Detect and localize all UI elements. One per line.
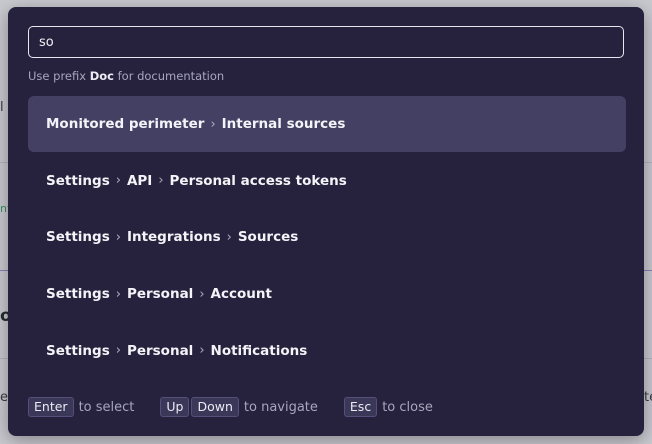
- result-path-segment: Personal: [126, 342, 194, 359]
- search-hint: Use prefix Doc for documentation: [28, 69, 224, 83]
- result-path-segment: Integrations: [126, 229, 221, 246]
- result-path-segment: Account: [210, 286, 272, 303]
- select-hint-text: to select: [78, 399, 135, 415]
- esc-key-badge: Esc: [343, 397, 378, 417]
- command-palette: Use prefix Doc for documentation Monitor…: [8, 7, 644, 436]
- hint-prefix-keyword: Doc: [89, 69, 114, 83]
- result-path-segment: Settings: [46, 229, 110, 246]
- hint-suffix-text: for documentation: [117, 69, 225, 83]
- result-item[interactable]: Monitored perimeter › Internal sources: [28, 96, 626, 152]
- result-path-segment: API: [126, 172, 153, 189]
- result-path-segment: Settings: [46, 342, 110, 359]
- chevron-right-icon: ›: [158, 173, 164, 189]
- chevron-right-icon: ›: [115, 343, 121, 359]
- chevron-right-icon: ›: [226, 229, 232, 245]
- chevron-right-icon: ›: [199, 286, 205, 302]
- result-path-segment: Sources: [237, 229, 299, 246]
- chevron-right-icon: ›: [115, 286, 121, 302]
- up-key-badge: Up: [160, 397, 190, 417]
- result-path-segment: Personal: [126, 286, 194, 303]
- down-key-badge: Down: [191, 397, 239, 417]
- result-path-segment: Monitored perimeter: [46, 116, 205, 132]
- result-item[interactable]: Settings › Personal › Account: [28, 266, 626, 322]
- command-search-input[interactable]: [28, 26, 624, 58]
- chevron-right-icon: ›: [115, 173, 121, 189]
- result-path-segment: Notifications: [210, 342, 308, 359]
- chevron-right-icon: ›: [199, 343, 205, 359]
- background-text-fragment: te: [644, 390, 652, 405]
- keyboard-shortcuts-footer: Enter to select Up Down to navigate Esc …: [28, 397, 433, 417]
- close-hint-text: to close: [382, 399, 433, 415]
- result-path-segment: Internal sources: [221, 116, 346, 132]
- results-list: Monitored perimeter › Internal sources Sett…: [28, 96, 626, 379]
- result-path-segment: Personal access tokens: [169, 172, 347, 189]
- result-path-segment: Settings: [46, 172, 110, 189]
- navigate-hint-text: to navigate: [243, 399, 318, 415]
- result-item[interactable]: Settings › API › Personal access tokens: [28, 153, 626, 209]
- hint-prefix-text: Use prefix: [28, 69, 87, 83]
- chevron-right-icon: ›: [115, 229, 121, 245]
- result-path-segment: Settings: [46, 286, 110, 303]
- chevron-right-icon: ›: [210, 116, 216, 132]
- result-item[interactable]: Settings › Integrations › Sources: [28, 209, 626, 265]
- result-item[interactable]: Settings › Personal › Notifications: [28, 323, 626, 379]
- enter-key-badge: Enter: [28, 397, 74, 417]
